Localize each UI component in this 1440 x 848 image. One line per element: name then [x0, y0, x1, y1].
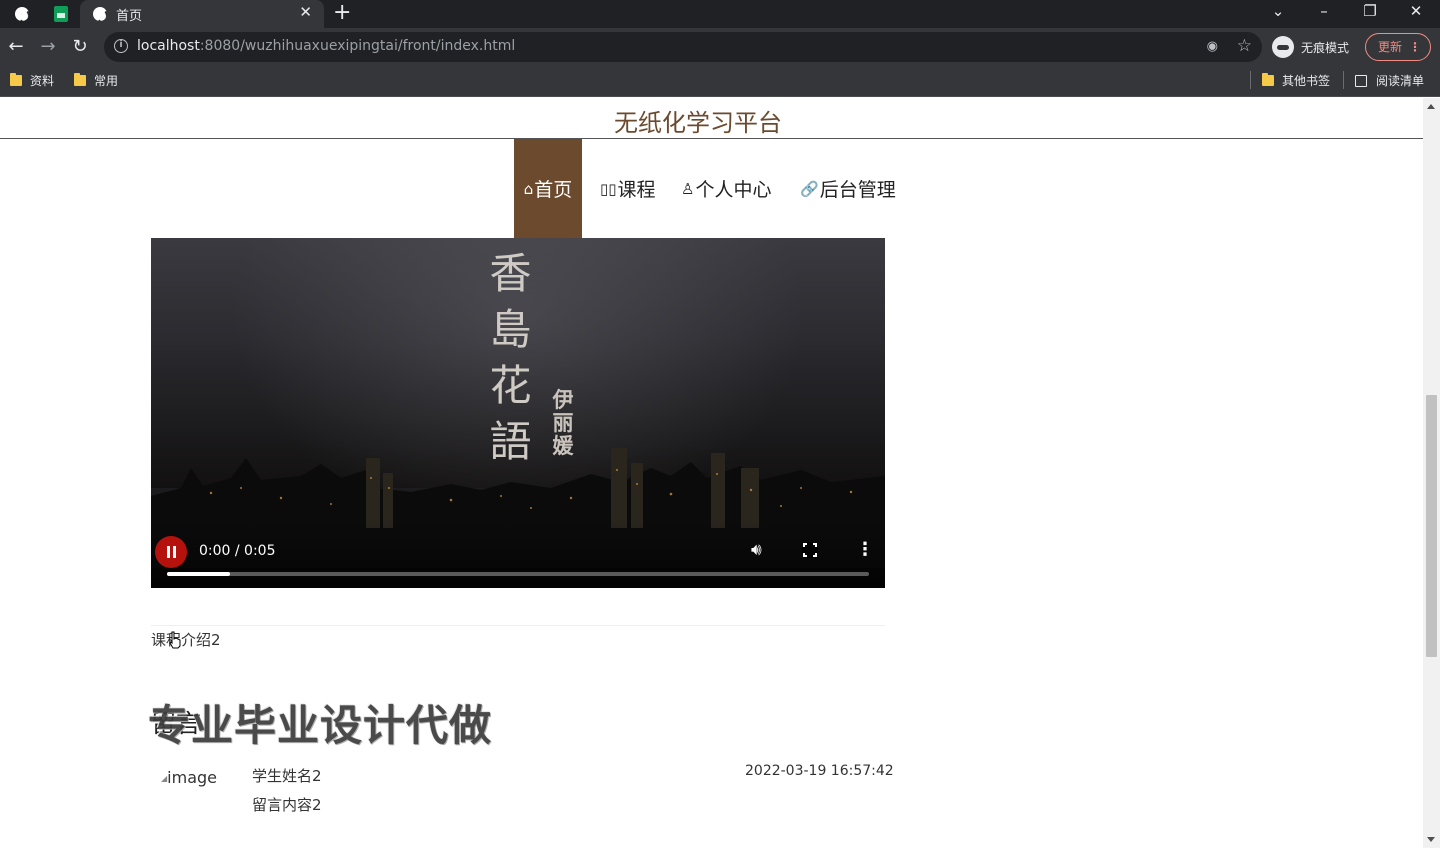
comment-student-name: 学生姓名2 [252, 767, 322, 785]
nav-personal-center[interactable]: ♙ 个人中心 [681, 139, 771, 238]
course-icon: ▯▯ [600, 179, 617, 198]
site-info-icon[interactable]: i [114, 39, 128, 53]
folder-icon [74, 73, 86, 86]
hand-cursor-icon [169, 631, 181, 649]
tab-search-icon[interactable]: ⌄ [1268, 2, 1288, 20]
bookmark-folder-ziliao[interactable]: 资料 [10, 72, 54, 89]
video-progress-fill [167, 572, 231, 576]
user-icon: ♙ [681, 179, 695, 198]
folder-icon [10, 73, 22, 86]
page-favicon-icon [90, 4, 110, 24]
scroll-up-icon[interactable] [1427, 104, 1435, 109]
scroll-down-icon[interactable] [1427, 837, 1435, 842]
url-path: :8080/wuzhihuaxuexipingtai/front/index.h… [199, 38, 516, 54]
nav-label: 后台管理 [819, 179, 896, 201]
video-more-icon[interactable]: ⋮ [856, 538, 874, 562]
tab-title: 首页 [116, 9, 143, 24]
bookmarks-bar: 资料 常用 其他书签 阅读清单 [0, 66, 1440, 97]
video-title-calligraphy: 香島花語 [489, 249, 533, 466]
nav-admin[interactable]: 🔗 后台管理 [800, 139, 896, 238]
video-progress-bar[interactable] [167, 572, 869, 576]
tab-active[interactable]: 首页 ✕ [80, 0, 324, 28]
forward-icon[interactable]: → [36, 36, 60, 58]
site-title: 无纸化学习平台 [614, 109, 782, 137]
nav-label: 课程 [617, 179, 656, 201]
sheets-tab-icon[interactable] [51, 4, 71, 24]
browser-toolbar: ← → ↻ i localhost:8080/wuzhihuaxuexiping… [0, 28, 1440, 66]
reload-icon[interactable]: ↻ [68, 36, 92, 58]
site-header: 无纸化学习平台 [0, 98, 1423, 139]
browser-tabbar: 首页 ✕ + ⌄ – ❐ ✕ [0, 0, 1440, 28]
nav-label: 首页 [534, 179, 573, 201]
comment-avatar-broken-image: ◢image [161, 768, 217, 787]
minimize-icon[interactable]: – [1314, 2, 1334, 20]
comment-time: 2022-03-19 16:57:42 [745, 763, 894, 779]
url-text[interactable]: localhost:8080/wuzhihuaxuexipingtai/fron… [137, 38, 515, 54]
page-scrollbar[interactable] [1423, 98, 1440, 848]
back-icon[interactable]: ← [4, 36, 28, 58]
fullscreen-icon[interactable] [802, 542, 818, 558]
incognito-indicator[interactable]: 无痕模式 [1272, 36, 1349, 58]
update-label: 更新 [1378, 40, 1403, 54]
course-intro: 课程介绍2 [151, 631, 221, 649]
url-host: localhost [137, 38, 200, 54]
video-controls: 0:00 / 0:05 🔊︎ ⋮ [151, 520, 885, 588]
bookmark-label: 常用 [94, 74, 119, 88]
bookmark-label: 资料 [30, 74, 55, 88]
new-tab-icon[interactable]: + [333, 1, 351, 25]
eye-off-icon[interactable]: ◉ [1207, 39, 1218, 54]
address-bar[interactable]: i localhost:8080/wuzhihuaxuexipingtai/fr… [104, 32, 1262, 62]
incognito-label: 无痕模式 [1301, 40, 1350, 55]
link-icon: 🔗 [800, 179, 819, 198]
nav-label: 个人中心 [695, 179, 772, 201]
watermark-overlay: 专业毕业设计代做 [148, 701, 493, 750]
video-artist-text: 伊丽媛 [552, 387, 574, 458]
folder-icon [1262, 73, 1274, 86]
close-window-icon[interactable]: ✕ [1406, 2, 1426, 20]
update-button[interactable]: 更新 ⋮ [1365, 33, 1431, 61]
home-icon: ⌂ [523, 179, 534, 198]
volume-icon[interactable]: 🔊︎ [751, 540, 762, 560]
reading-list-icon [1355, 74, 1367, 87]
reading-list[interactable]: 阅读清单 [1355, 72, 1424, 89]
more-menu-icon: ⋮ [1409, 40, 1421, 54]
incognito-icon [1272, 36, 1294, 58]
reading-list-label: 阅读清单 [1376, 74, 1425, 88]
video-time: 0:00 / 0:05 [199, 543, 276, 559]
other-bookmarks-label: 其他书签 [1282, 74, 1331, 88]
comment-content: 留言内容2 [252, 796, 322, 814]
tab-close-icon[interactable]: ✕ [299, 3, 312, 21]
bookmark-star-icon[interactable]: ☆ [1237, 36, 1252, 56]
video-player[interactable]: 香島花語 伊丽媛 0:00 / 0:05 🔊︎ ⋮ [151, 238, 885, 588]
divider [1250, 71, 1251, 89]
nav-courses[interactable]: ▯▯ 课程 [600, 139, 656, 238]
play-pause-button[interactable] [155, 536, 187, 568]
browser-profile-icon[interactable] [12, 4, 32, 24]
main-nav: ⌂ 首页 ▯▯ 课程 ♙ 个人中心 🔗 后台管理 [0, 139, 1423, 238]
nav-home[interactable]: ⌂ 首页 [514, 139, 582, 238]
scrollbar-thumb[interactable] [1426, 395, 1437, 657]
page-content: 无纸化学习平台 ⌂ 首页 ▯▯ 课程 ♙ 个人中心 🔗 后台管理 香 島 花 語… [0, 98, 1440, 848]
divider [151, 625, 885, 626]
image-alt-text: image [167, 768, 217, 787]
bookmark-folder-changyong[interactable]: 常用 [74, 72, 118, 89]
other-bookmarks[interactable]: 其他书签 [1262, 72, 1330, 89]
restore-icon[interactable]: ❐ [1360, 2, 1380, 20]
divider [1343, 71, 1344, 89]
